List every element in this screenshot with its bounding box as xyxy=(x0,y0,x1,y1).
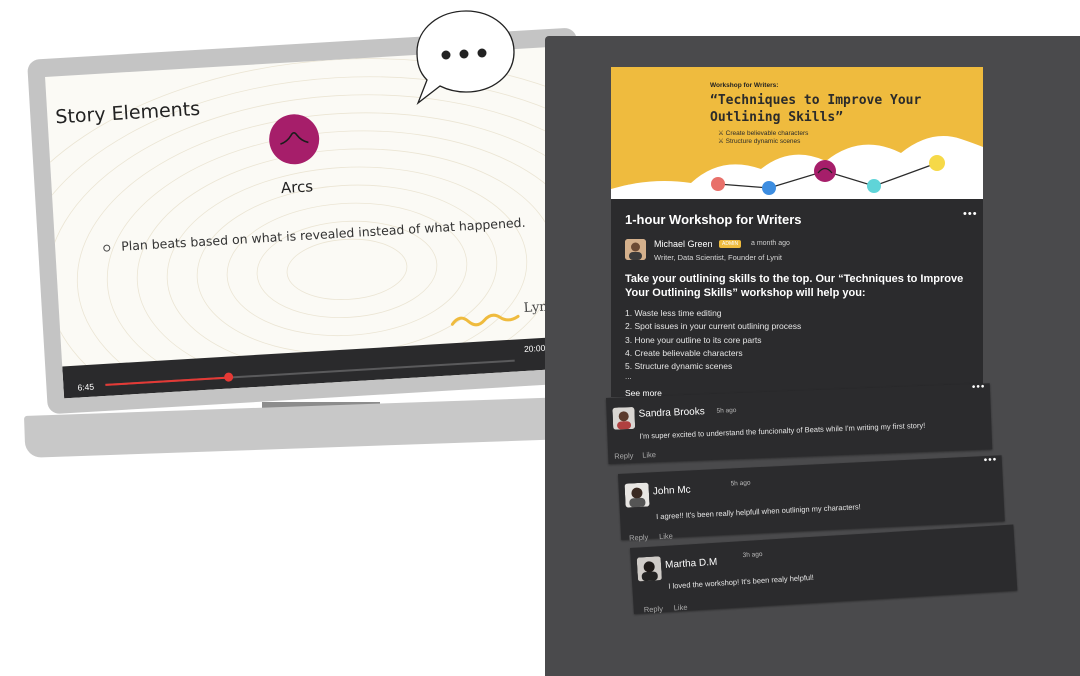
truncation-ellipsis: ... xyxy=(625,372,632,381)
list-item: 3. Hone your outline to its core parts xyxy=(625,334,762,345)
reply-button[interactable]: Reply xyxy=(629,533,649,543)
author-name[interactable]: Michael Green xyxy=(654,239,713,249)
avatar[interactable] xyxy=(624,482,650,508)
list-item: 2. Spot issues in your current outlining… xyxy=(625,321,802,332)
like-button[interactable]: Like xyxy=(673,603,687,613)
post-list: 1. Waste less time editing 2. Spot issue… xyxy=(625,307,801,373)
speech-bubble-icon xyxy=(416,10,515,105)
comment-timestamp: 5h ago xyxy=(730,479,751,488)
more-options-icon[interactable]: ••• xyxy=(984,454,998,466)
avatar[interactable] xyxy=(625,239,646,260)
comment-text: I'm super excited to understand the func… xyxy=(639,420,926,441)
more-options-icon[interactable]: ••• xyxy=(963,208,978,220)
comment-text: I agree!! It's been really helpfull when… xyxy=(655,502,861,522)
commenter-name[interactable]: John Mc xyxy=(653,484,691,497)
comment-text: I loved the workshop! It's been realy he… xyxy=(668,572,815,591)
comment-timestamp: 5h ago xyxy=(716,407,737,415)
post-title: 1-hour Workshop for Writers xyxy=(625,212,802,227)
laptop-illustration: Story Elements Arcs Plan beats based on … xyxy=(0,0,640,480)
arc-icon xyxy=(267,112,321,166)
reply-button[interactable]: Reply xyxy=(644,604,664,614)
scrubber-handle[interactable] xyxy=(223,372,233,382)
list-item: 1. Waste less time editing xyxy=(625,308,722,318)
current-time: 6:45 xyxy=(77,381,95,393)
progress-fill xyxy=(105,376,229,386)
banner-title: “Techniques to Improve Your Outlining Sk… xyxy=(710,93,922,125)
author-subtitle: Writer, Data Scientist, Founder of Lynit xyxy=(654,253,782,262)
reply-button[interactable]: Reply xyxy=(614,451,634,461)
list-item: 5. Structure dynamic scenes xyxy=(625,361,733,372)
like-button[interactable]: Like xyxy=(659,531,673,541)
list-item: 4. Create believable characters xyxy=(625,347,743,358)
like-button[interactable]: Like xyxy=(642,450,656,460)
admin-badge: ADMIN xyxy=(719,240,742,248)
post-timestamp: a month ago xyxy=(751,240,790,247)
banner-overline: Workshop for Writers: xyxy=(710,82,779,89)
post-lead: Take your outlining skills to the top. O… xyxy=(625,273,964,299)
post-card: Workshop for Writers: “Techniques to Imp… xyxy=(611,67,983,397)
progress-bar[interactable] xyxy=(105,359,515,386)
commenter-name[interactable]: Martha D.M xyxy=(665,557,718,571)
comment-timestamp: 3h ago xyxy=(742,550,763,560)
commenter-name[interactable]: Sandra Brooks xyxy=(638,406,705,420)
more-options-icon[interactable]: ••• xyxy=(972,381,986,393)
banner-bullet: ⚔ Structure dynamic scenes xyxy=(718,138,801,145)
workshop-banner: Workshop for Writers: “Techniques to Imp… xyxy=(611,67,983,199)
banner-bullet: ⚔ Create believable characters xyxy=(718,130,809,137)
total-time: 20:00 xyxy=(523,342,546,355)
avatar[interactable] xyxy=(612,406,636,430)
banner-brand: Lynit xyxy=(641,182,662,191)
avatar[interactable] xyxy=(636,556,663,582)
